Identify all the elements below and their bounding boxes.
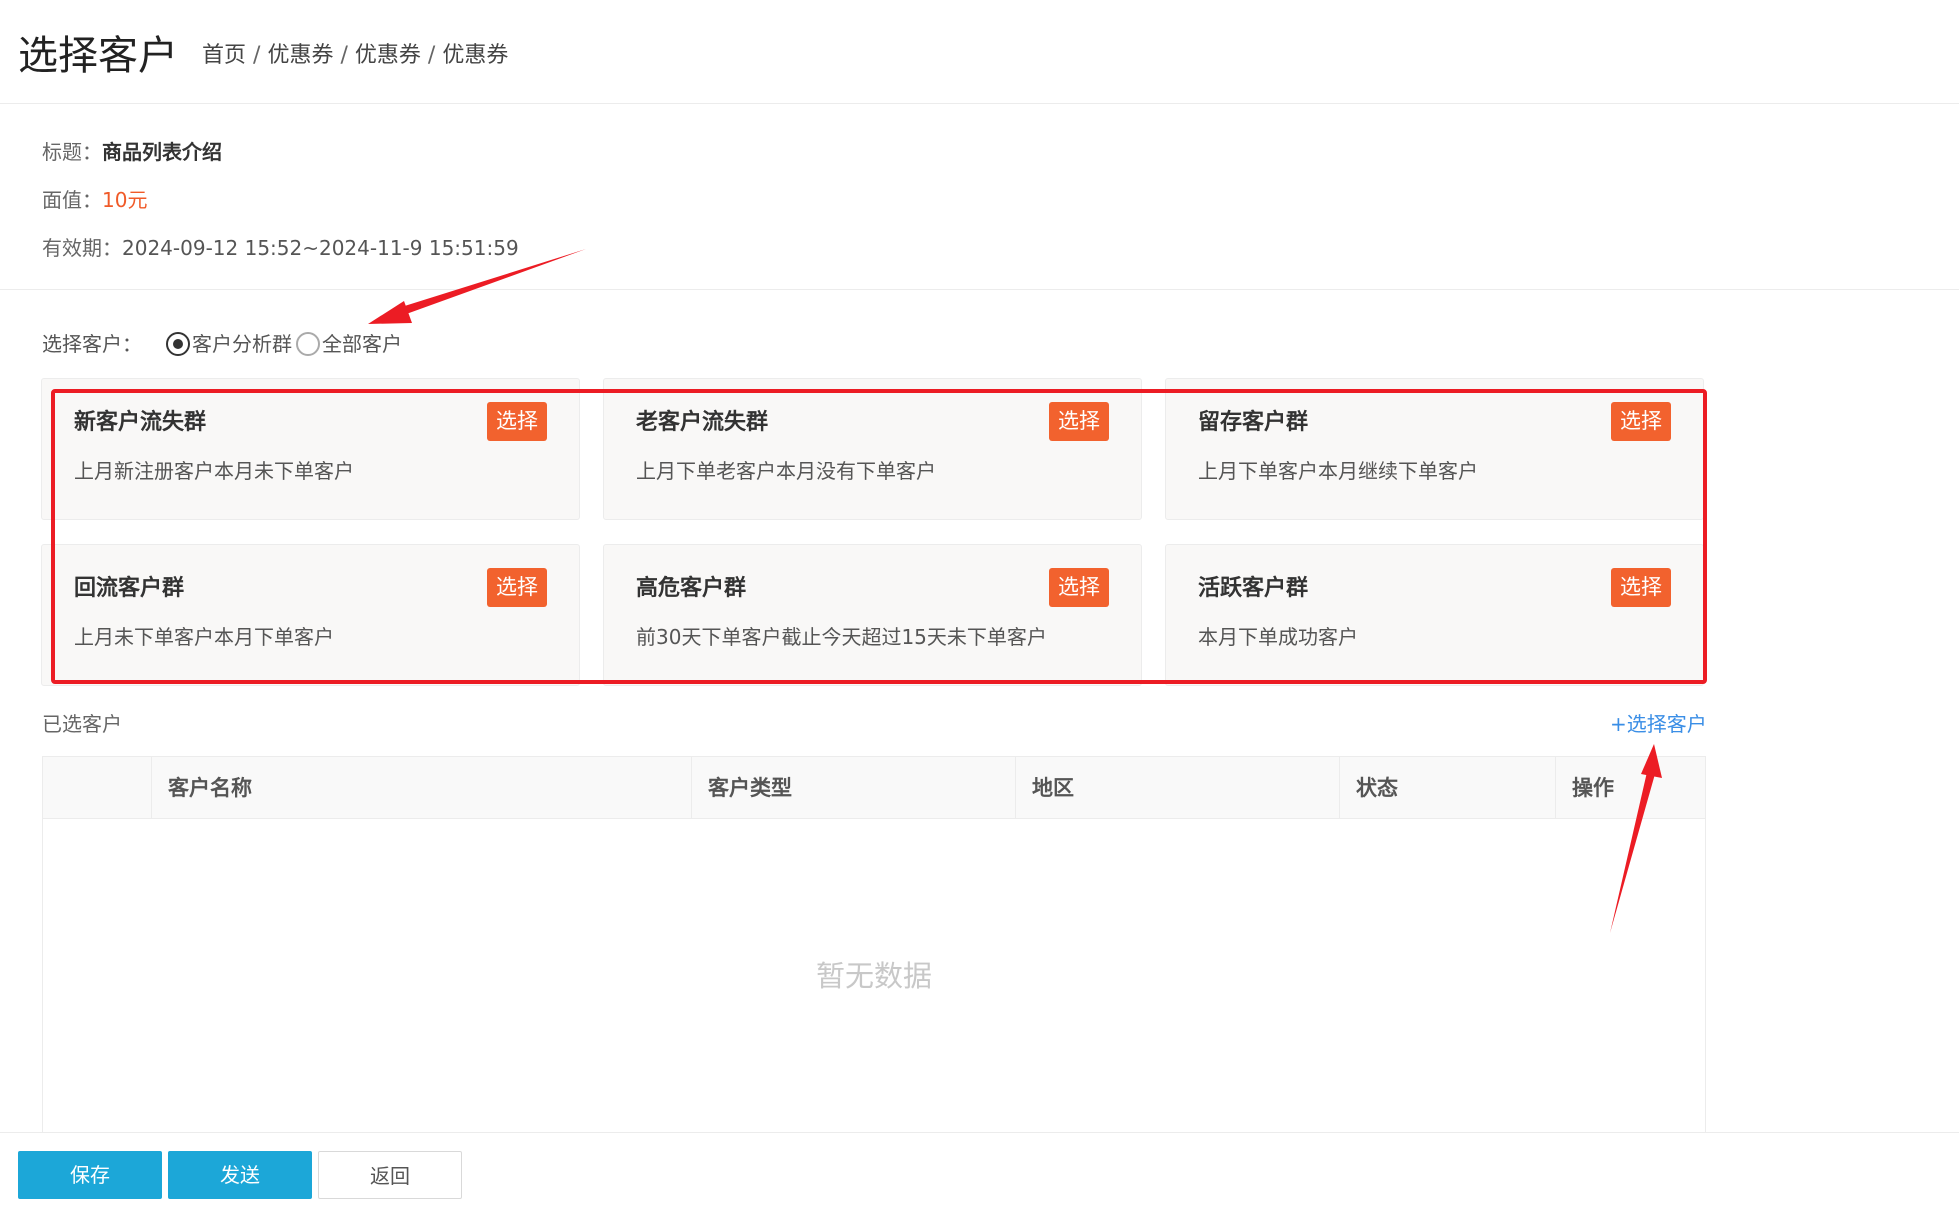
group-card-title: 回流客户群 — [74, 576, 185, 601]
breadcrumb-current: 优惠券 — [442, 43, 509, 68]
breadcrumb-separator: / — [427, 43, 436, 68]
breadcrumb: 首页 / 优惠券 / 优惠券 / 优惠券 — [202, 40, 508, 72]
coupon-title-value: 商品列表介绍 — [102, 140, 222, 164]
coupon-validity-label: 有效期： — [42, 236, 122, 260]
group-card-desc: 前30天下单客户截止今天超过15天未下单客户 — [636, 625, 1047, 649]
radio-unchecked-icon[interactable] — [296, 332, 320, 356]
coupon-title-row: 标题：商品列表介绍 — [42, 136, 222, 168]
add-customer-link[interactable]: +选择客户 — [1610, 708, 1707, 740]
column-header-actions: 操作 — [1572, 776, 1614, 800]
group-card-title: 老客户流失群 — [636, 410, 769, 435]
group-card-desc: 上月未下单客户本月下单客户 — [74, 625, 334, 649]
group-card-title: 留存客户群 — [1198, 410, 1309, 435]
coupon-validity-value: 2024-09-12 15:52~2024-11-9 15:51:59 — [122, 236, 519, 260]
column-header-region: 地区 — [1016, 757, 1340, 819]
group-card: 留存客户群 选择 上月下单客户本月继续下单客户 — [1165, 378, 1704, 520]
column-header-checkbox — [43, 757, 152, 819]
table-header: 客户名称 客户类型 地区 状态 操作 — [43, 757, 1705, 819]
selected-customers-table: 客户名称 客户类型 地区 状态 操作 暂无数据 — [42, 756, 1706, 1132]
group-card-desc: 上月下单老客户本月没有下单客户 — [636, 459, 936, 483]
send-button[interactable]: 发送 — [168, 1151, 312, 1199]
page-header: 选择客户 首页 / 优惠券 / 优惠券 / 优惠券 — [0, 0, 1959, 104]
back-button[interactable]: 返回 — [318, 1151, 462, 1199]
column-header-type: 客户类型 — [692, 757, 1016, 819]
group-select-button[interactable]: 选择 — [487, 402, 547, 441]
group-card-title: 高危客户群 — [636, 576, 747, 601]
coupon-face-row: 面值：10元 — [42, 184, 147, 216]
group-card-desc: 上月新注册客户本月未下单客户 — [74, 459, 354, 483]
page: 选择客户 首页 / 优惠券 / 优惠券 / 优惠券 标题：商品列表介绍 面值：10元 有效期… — [0, 0, 1959, 1209]
group-select-button[interactable]: 选择 — [1611, 402, 1671, 441]
coupon-title-label: 标题： — [42, 140, 102, 164]
page-title: 选择客户 — [18, 33, 178, 79]
radio-analysis-group-label: 客户分析群 — [192, 332, 292, 356]
group-select-button[interactable]: 选择 — [1049, 568, 1109, 607]
coupon-info: 标题：商品列表介绍 面值：10元 有效期：2024-09-12 15:52~20… — [0, 104, 1959, 290]
breadcrumb-separator: / — [340, 43, 348, 68]
footer-actions: 保存 发送 返回 — [0, 1132, 1959, 1209]
breadcrumb-item[interactable]: 优惠券 — [355, 43, 421, 68]
group-select-button[interactable]: 选择 — [1611, 568, 1671, 607]
radio-analysis-group[interactable]: 客户分析群 — [166, 328, 292, 360]
radio-checked-icon[interactable] — [166, 332, 190, 356]
coupon-face-value: 10元 — [102, 188, 148, 212]
group-card: 回流客户群 选择 上月未下单客户本月下单客户 — [41, 544, 580, 686]
column-header-name: 客户名称 — [152, 757, 692, 819]
coupon-face-label: 面值： — [42, 188, 102, 212]
group-card: 新客户流失群 选择 上月新注册客户本月未下单客户 — [41, 378, 580, 520]
table-empty-text: 暂无数据 — [815, 959, 932, 993]
group-card: 老客户流失群 选择 上月下单老客户本月没有下单客户 — [603, 378, 1142, 520]
group-select-button[interactable]: 选择 — [1049, 402, 1109, 441]
save-button[interactable]: 保存 — [18, 1151, 162, 1199]
radio-all-customers-label: 全部客户 — [322, 332, 402, 356]
selected-customers-label: 已选客户 — [42, 712, 122, 736]
group-card: 活跃客户群 选择 本月下单成功客户 — [1165, 544, 1704, 686]
group-card-title: 新客户流失群 — [74, 410, 207, 435]
group-select-button[interactable]: 选择 — [487, 568, 547, 607]
customer-scope-selector: 选择客户： 客户分析群 全部客户 — [42, 328, 402, 360]
customer-scope-label: 选择客户： — [42, 332, 142, 356]
group-card-desc: 上月下单客户本月继续下单客户 — [1198, 459, 1478, 483]
group-card-title: 活跃客户群 — [1198, 576, 1309, 601]
radio-all-customers[interactable]: 全部客户 — [296, 328, 402, 360]
column-header-status: 状态 — [1340, 757, 1556, 819]
breadcrumb-home[interactable]: 首页 — [202, 43, 246, 68]
group-card-desc: 本月下单成功客户 — [1198, 625, 1358, 649]
breadcrumb-separator: / — [253, 43, 261, 68]
group-card: 高危客户群 选择 前30天下单客户截止今天超过15天未下单客户 — [603, 544, 1142, 686]
coupon-validity-row: 有效期：2024-09-12 15:52~2024-11-9 15:51:59 — [42, 232, 519, 264]
breadcrumb-item[interactable]: 优惠券 — [267, 43, 333, 68]
